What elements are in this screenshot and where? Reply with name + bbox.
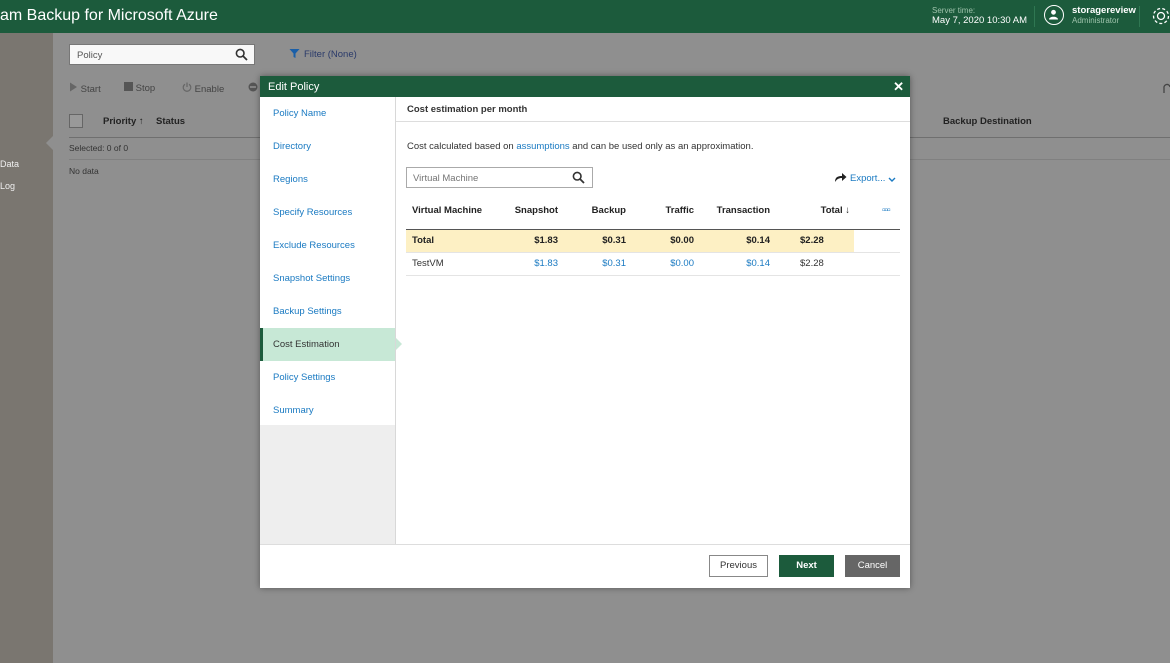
row-backup-link[interactable]: $0.31 [566,253,626,275]
refresh-icon[interactable] [1163,83,1170,96]
step-policy-settings[interactable]: Policy Settings [260,361,395,394]
steps-filler [260,425,395,544]
export-button[interactable]: Export... [834,172,896,184]
table-row[interactable]: TestVM $1.83 $0.31 $0.00 $0.14 $2.28 [406,253,900,276]
start-button[interactable]: Start [69,82,101,95]
stop-button[interactable]: Stop [124,82,155,94]
vm-search-field[interactable] [406,167,593,189]
server-time: Server time: May 7, 2020 10:30 AM [932,6,1027,26]
total-traffic: $0.00 [670,235,694,246]
dialog-header: Edit Policy ✕ [260,76,910,97]
cost-grid: Virtual Machine Snapshot Backup Traffic … [406,193,900,276]
selected-count: Selected: 0 of 0 [69,143,129,153]
policy-search-input[interactable]: Policy [69,44,255,65]
top-bar: am Backup for Microsoft Azure Server tim… [0,0,1170,33]
start-label: Start [80,84,101,95]
nav-item-log[interactable]: Log [0,181,15,191]
server-time-value: May 7, 2020 10:30 AM [932,15,1028,26]
divider [260,544,910,545]
filter-label: Filter (None) [304,49,357,60]
assumptions-link[interactable]: assumptions [516,141,569,152]
divider [1139,6,1140,27]
col-transaction[interactable]: Transaction [702,193,770,229]
no-data-text: No data [69,166,99,176]
row-traffic-link[interactable]: $0.00 [634,253,694,275]
cost-estimation-panel: Cost estimation per month Cost calculate… [396,97,910,544]
step-policy-name[interactable]: Policy Name [260,97,395,130]
power-icon [182,82,192,92]
search-icon [235,48,248,61]
stop-label: Stop [135,83,156,94]
step-exclude-resources[interactable]: Exclude Resources [260,229,395,262]
row-snapshot-link[interactable]: $1.83 [496,253,558,275]
row-total: $2.28 [800,258,824,269]
user-avatar-icon[interactable] [1044,5,1064,25]
policy-search-value: Policy [77,50,103,61]
left-sidebar: Data Log [0,33,53,663]
filter-button[interactable]: Filter (None) [289,48,357,60]
col-backup[interactable]: Backup [566,193,626,229]
stop-icon [124,82,133,91]
step-directory[interactable]: Directory [260,130,395,163]
step-specify-resources[interactable]: Specify Resources [260,196,395,229]
play-icon [70,82,77,92]
user-menu[interactable]: storagereview Administrator [1072,6,1136,26]
col-total[interactable]: Total ↓ [800,193,850,229]
total-label: Total [412,235,434,246]
filter-icon [289,49,300,58]
enable-label: Enable [194,84,225,95]
app-title: am Backup for Microsoft Azure [0,7,218,24]
chevron-down-icon [888,177,896,182]
total-backup: $0.31 [602,235,626,246]
divider [1034,6,1035,27]
cost-description: Cost calculated based on assumptions and… [407,141,754,152]
priority-column-header[interactable]: Priority ↑ [103,116,144,127]
col-traffic[interactable]: Traffic [634,193,694,229]
grid-header: Virtual Machine Snapshot Backup Traffic … [406,193,900,230]
section-title: Cost estimation per month [407,104,528,115]
step-backup-settings[interactable]: Backup Settings [260,295,395,328]
vm-search-input[interactable] [407,168,575,189]
select-all-checkbox[interactable] [69,114,83,128]
nav-item-data[interactable]: Data [0,159,19,169]
next-button[interactable]: Next [779,555,834,577]
total-transaction: $0.14 [746,235,770,246]
column-menu-icon[interactable]: ▫▫▫ [882,193,891,229]
cancel-button[interactable]: Cancel [845,555,900,577]
gear-icon[interactable] [1150,5,1170,30]
total-total: $2.28 [800,235,824,246]
total-row: Total $1.83 $0.31 $0.00 $0.14 $2.28 [406,230,900,253]
wizard-steps: Policy Name Directory Regions Specify Re… [260,97,402,427]
step-snapshot-settings[interactable]: Snapshot Settings [260,262,395,295]
step-cost-estimation-label: Cost Estimation [273,339,340,350]
total-snapshot: $1.83 [534,235,558,246]
user-name: storagereview [1072,5,1136,16]
col-snapshot[interactable]: Snapshot [496,193,558,229]
sort-down-icon: ↓ [845,205,850,216]
sort-up-icon: ↑ [138,116,144,127]
enable-button[interactable]: Enable [182,82,224,95]
user-role: Administrator [1072,16,1120,25]
close-icon[interactable]: ✕ [893,79,904,95]
step-regions[interactable]: Regions [260,163,395,196]
status-column-header[interactable]: Status [156,116,185,127]
disable-icon[interactable] [248,82,258,95]
dialog-title: Edit Policy [268,81,320,93]
previous-button[interactable]: Previous [709,555,768,577]
row-transaction-link[interactable]: $0.14 [702,253,770,275]
search-icon[interactable] [572,171,585,184]
edit-policy-dialog: Edit Policy ✕ Policy Name Directory Regi… [260,76,910,588]
col-virtual-machine[interactable]: Virtual Machine [412,193,482,229]
share-arrow-icon [835,173,847,182]
export-label: Export... [849,173,886,184]
step-summary[interactable]: Summary [260,394,395,427]
step-cost-estimation[interactable]: Cost Estimation [260,328,402,361]
backup-destination-column-header[interactable]: Backup Destination [943,116,1032,127]
row-vm-name: TestVM [412,258,444,269]
divider [396,121,910,122]
total-row-highlight [406,230,854,252]
